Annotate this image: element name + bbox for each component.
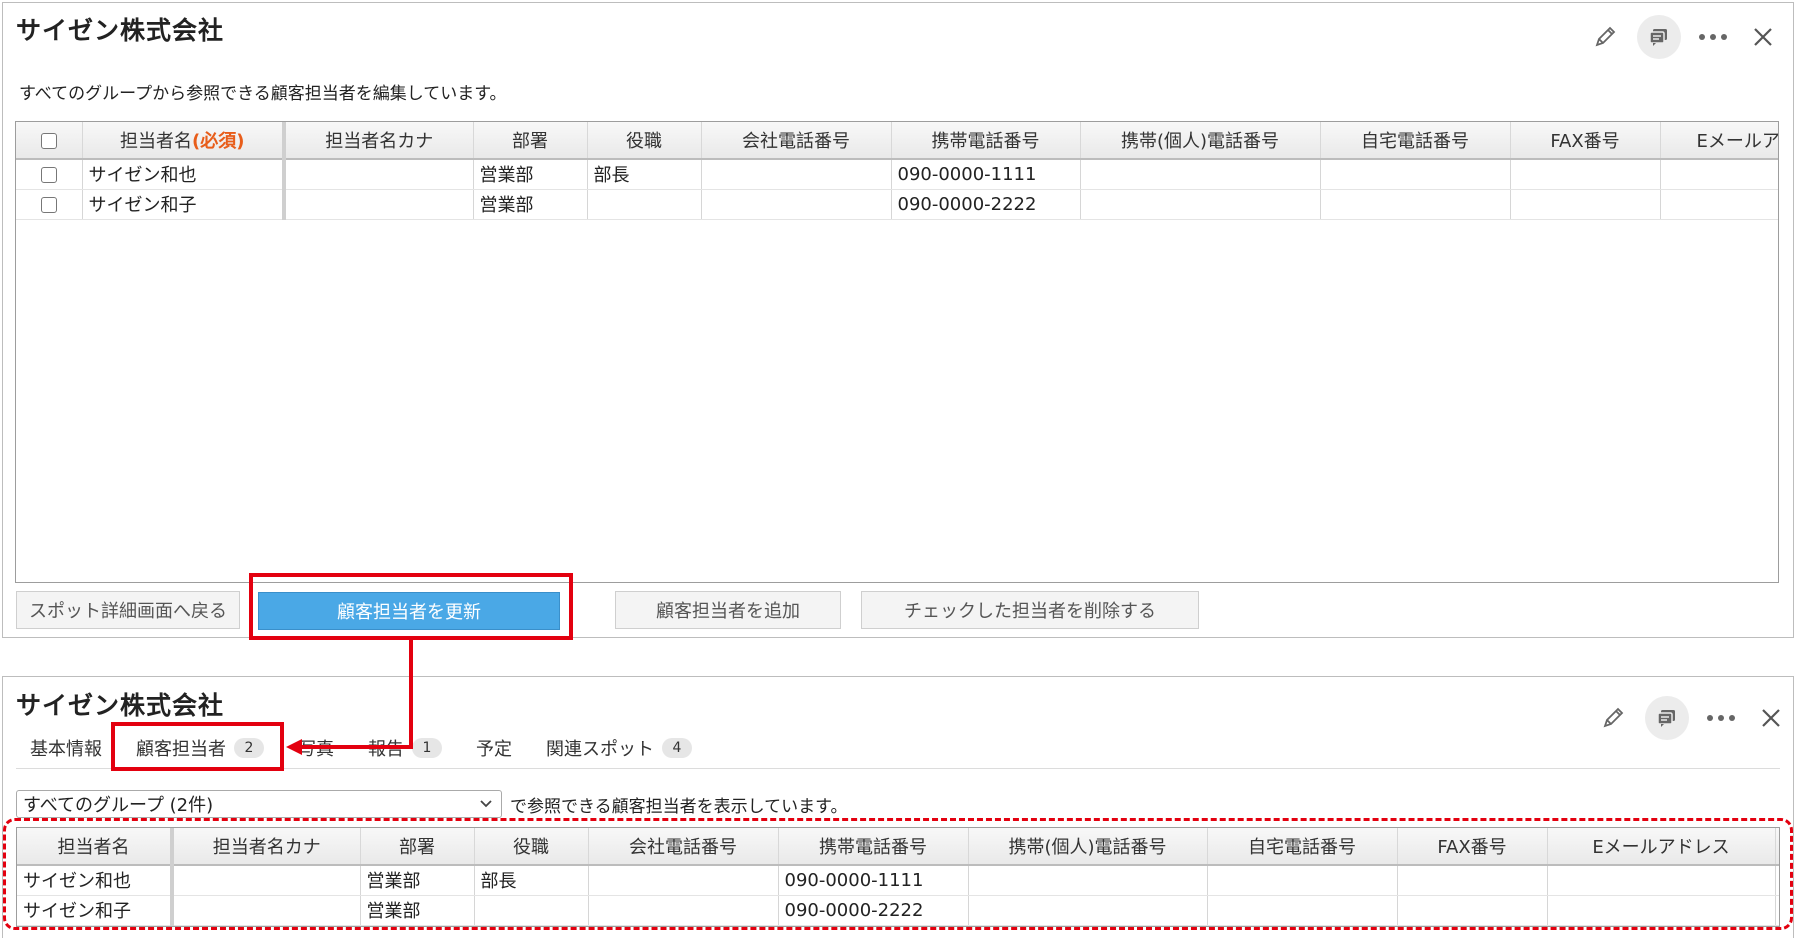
callout-arrow — [286, 640, 413, 755]
